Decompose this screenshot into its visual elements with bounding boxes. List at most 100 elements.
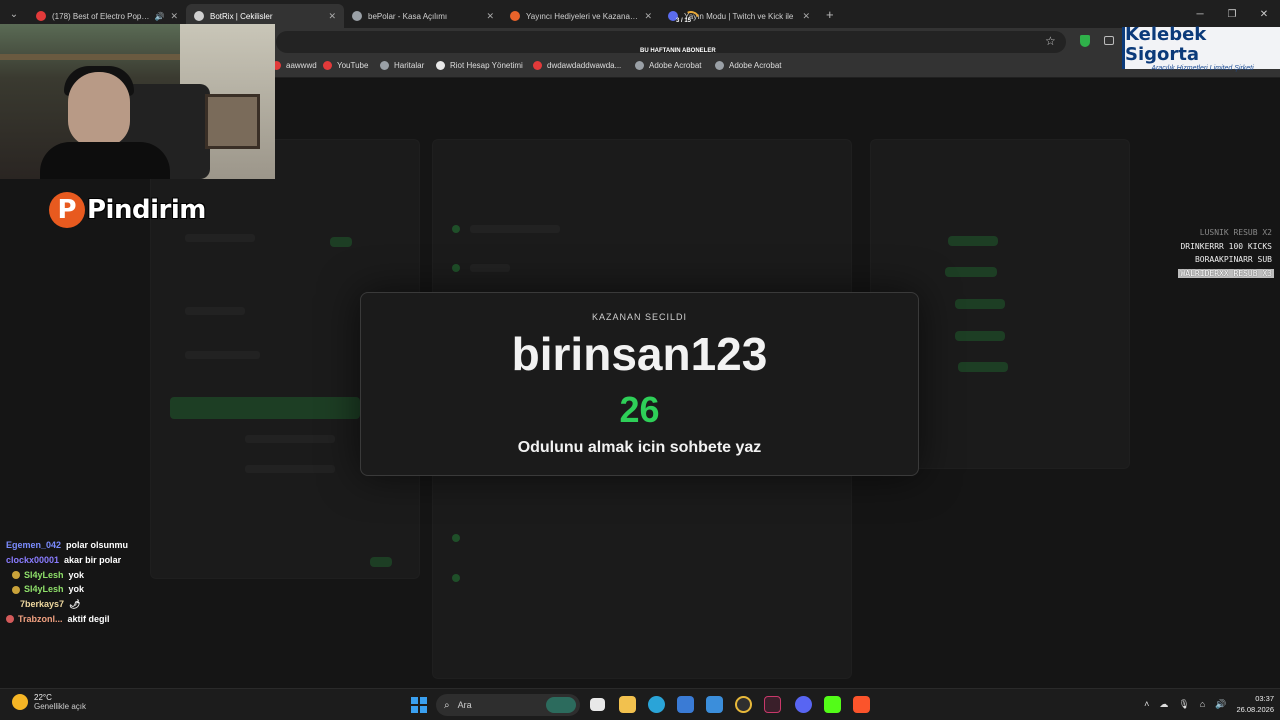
screen: { "browser": { "tabs": [ {"title": "(178… — [0, 0, 1280, 720]
tab-title: bePolar - Kasa Açılımı — [368, 11, 448, 21]
globe-icon — [715, 61, 724, 70]
youtube-icon — [323, 61, 332, 70]
close-tab-icon[interactable]: ✕ — [644, 11, 652, 22]
new-tab-plus-icon[interactable]: + — [826, 7, 834, 22]
kick-icon[interactable] — [824, 696, 841, 713]
bookmark-label: dwdawdaddwawda... — [547, 61, 622, 70]
event-item: BORAAKPINARR SUB — [1194, 255, 1272, 264]
store-icon[interactable] — [677, 696, 694, 713]
start-button — [170, 397, 360, 419]
speaker-icon[interactable]: 🔊 — [154, 12, 164, 21]
network-icon[interactable]: ⌂ — [1200, 699, 1205, 709]
globe-icon — [352, 11, 362, 21]
chat-overlay: Egemen_042 polar olsunmu clockx00001 akar … — [6, 538, 128, 627]
status-dot — [452, 534, 460, 542]
temperature: 22°C — [34, 693, 52, 702]
close-tab-icon[interactable]: ✕ — [328, 11, 336, 22]
bookmark-item[interactable]: dwdawdaddwawda... — [533, 61, 621, 70]
placeholder-row — [470, 225, 560, 233]
bookmark-label: Haritalar — [394, 61, 425, 70]
winner-instruction: Odulunu almak icin sohbete yaz — [517, 439, 762, 456]
weather-widget[interactable]: 22°C Genellikle açık — [12, 693, 86, 711]
system-tray: ˄ ☁ 🎙 ⌂ 🔊 03:37 26.08.2026 — [1144, 693, 1274, 715]
badge-icon — [12, 570, 20, 579]
placeholder-row — [245, 435, 335, 443]
status-dot — [452, 225, 460, 233]
chat-username: Sl4yLesh — [24, 569, 64, 580]
weather-description: Genellikle açık — [34, 702, 87, 711]
p-logo-icon — [510, 11, 520, 21]
tab-2[interactable]: bePolar - Kasa Açılımı ✕ — [344, 4, 502, 28]
chat-text: akar bir polar — [64, 554, 122, 565]
winner-username: birinsan123 — [511, 328, 768, 380]
bookmark-star-icon[interactable]: ☆ — [1045, 34, 1056, 48]
badge-icon — [6, 615, 14, 624]
mail-icon[interactable] — [706, 696, 723, 713]
youtube-icon — [533, 61, 542, 70]
countdown-number: 26 — [619, 389, 660, 430]
weather-sun-icon — [12, 694, 28, 710]
chat-username: Egemen_042 — [6, 540, 62, 550]
brave-icon[interactable] — [853, 696, 870, 713]
extensions-icon[interactable] — [1104, 36, 1114, 45]
winner-label: KAZANAN SECILDI — [591, 312, 688, 322]
placeholder-row — [185, 234, 255, 242]
placeholder-row — [470, 264, 510, 272]
file-explorer-icon[interactable] — [619, 696, 636, 713]
bookmark-label: Riot Hesap Yönetimi — [450, 61, 523, 70]
sub-goal-title: BU HAFTANIN ABONELER — [640, 48, 716, 54]
status-dot — [452, 264, 460, 272]
pindirim-logo: P Pindirim — [49, 192, 206, 228]
chrome-icon[interactable] — [735, 696, 752, 713]
bookmark-item[interactable]: Riot Hesap Yönetimi — [436, 61, 523, 70]
pindirim-p-icon: P — [49, 192, 85, 228]
placeholder-row — [185, 307, 245, 315]
chat-text: aktif degil — [67, 613, 110, 624]
globe-icon — [380, 61, 389, 70]
bookmark-label: Adobe Acrobat — [729, 61, 782, 70]
sub-goal-count: 3 / 15 — [676, 18, 692, 24]
chat-username: 7berkays7 — [20, 599, 65, 610]
bar — [955, 299, 1005, 309]
valorant-icon[interactable] — [764, 696, 781, 713]
chat-username: Sl4yLesh — [24, 584, 64, 595]
bookmark-item[interactable]: Adobe Acrobat — [715, 61, 781, 70]
tab-title: Yayıncı Hediyeleri ve Kazananla — [526, 11, 639, 21]
youtube-icon — [36, 11, 46, 21]
search-icon: ⌕ — [444, 699, 450, 711]
bar — [945, 267, 997, 277]
bookmark-item[interactable]: Adobe Acrobat — [635, 61, 701, 70]
taskbar-search[interactable]: ⌕ Ara — [436, 694, 580, 716]
close-tab-icon[interactable]: ✕ — [802, 11, 810, 22]
start-windows-icon[interactable] — [411, 697, 427, 713]
tab-3[interactable]: Yayıncı Hediyeleri ve Kazananla ✕ — [502, 4, 660, 28]
sponsor-subtitle: Aracılık Hizmetleri Limited Şirketi — [1151, 64, 1254, 72]
bookmark-item[interactable]: aawwwd — [272, 61, 317, 70]
chevron-up-icon[interactable]: ˄ — [1144, 699, 1149, 709]
webcam-feed — [0, 24, 275, 179]
discord-icon[interactable] — [795, 696, 812, 713]
close-tab-icon[interactable]: ✕ — [486, 11, 494, 22]
badge-icon — [12, 585, 20, 594]
clock[interactable]: 03:37 26.08.2026 — [1236, 693, 1274, 715]
bookmark-item[interactable]: Haritalar — [380, 61, 424, 70]
windows-taskbar: 22°C Genellikle açık ⌕ Ara ˄ ☁ 🎙 ⌂ 🔊 03:… — [0, 688, 1280, 720]
bookmark-item[interactable]: YouTube — [323, 61, 368, 70]
edge-icon[interactable] — [648, 696, 665, 713]
search-highlight-image — [546, 697, 576, 713]
riot-icon — [436, 61, 445, 70]
shield-extension-icon[interactable] — [1080, 35, 1090, 47]
event-item: LUSNIK RESUB X2 — [1199, 228, 1272, 237]
task-view-icon[interactable] — [590, 698, 605, 711]
bar — [958, 362, 1008, 372]
close-tab-icon[interactable]: ✕ — [170, 11, 178, 22]
event-item: DRINKERRR 100 KICKS — [1180, 241, 1272, 251]
bar — [948, 236, 998, 246]
onedrive-icon[interactable]: ☁ — [1159, 699, 1168, 710]
microphone-icon[interactable]: 🎙 — [1178, 699, 1189, 710]
sponsor-banner: Kelebek Sigorta Aracılık Hizmetleri Limi… — [1122, 24, 1280, 72]
volume-icon[interactable]: 🔊 — [1215, 699, 1226, 710]
chat-text: yok — [68, 569, 85, 580]
streamer-body — [40, 142, 170, 179]
toggle — [370, 557, 392, 567]
